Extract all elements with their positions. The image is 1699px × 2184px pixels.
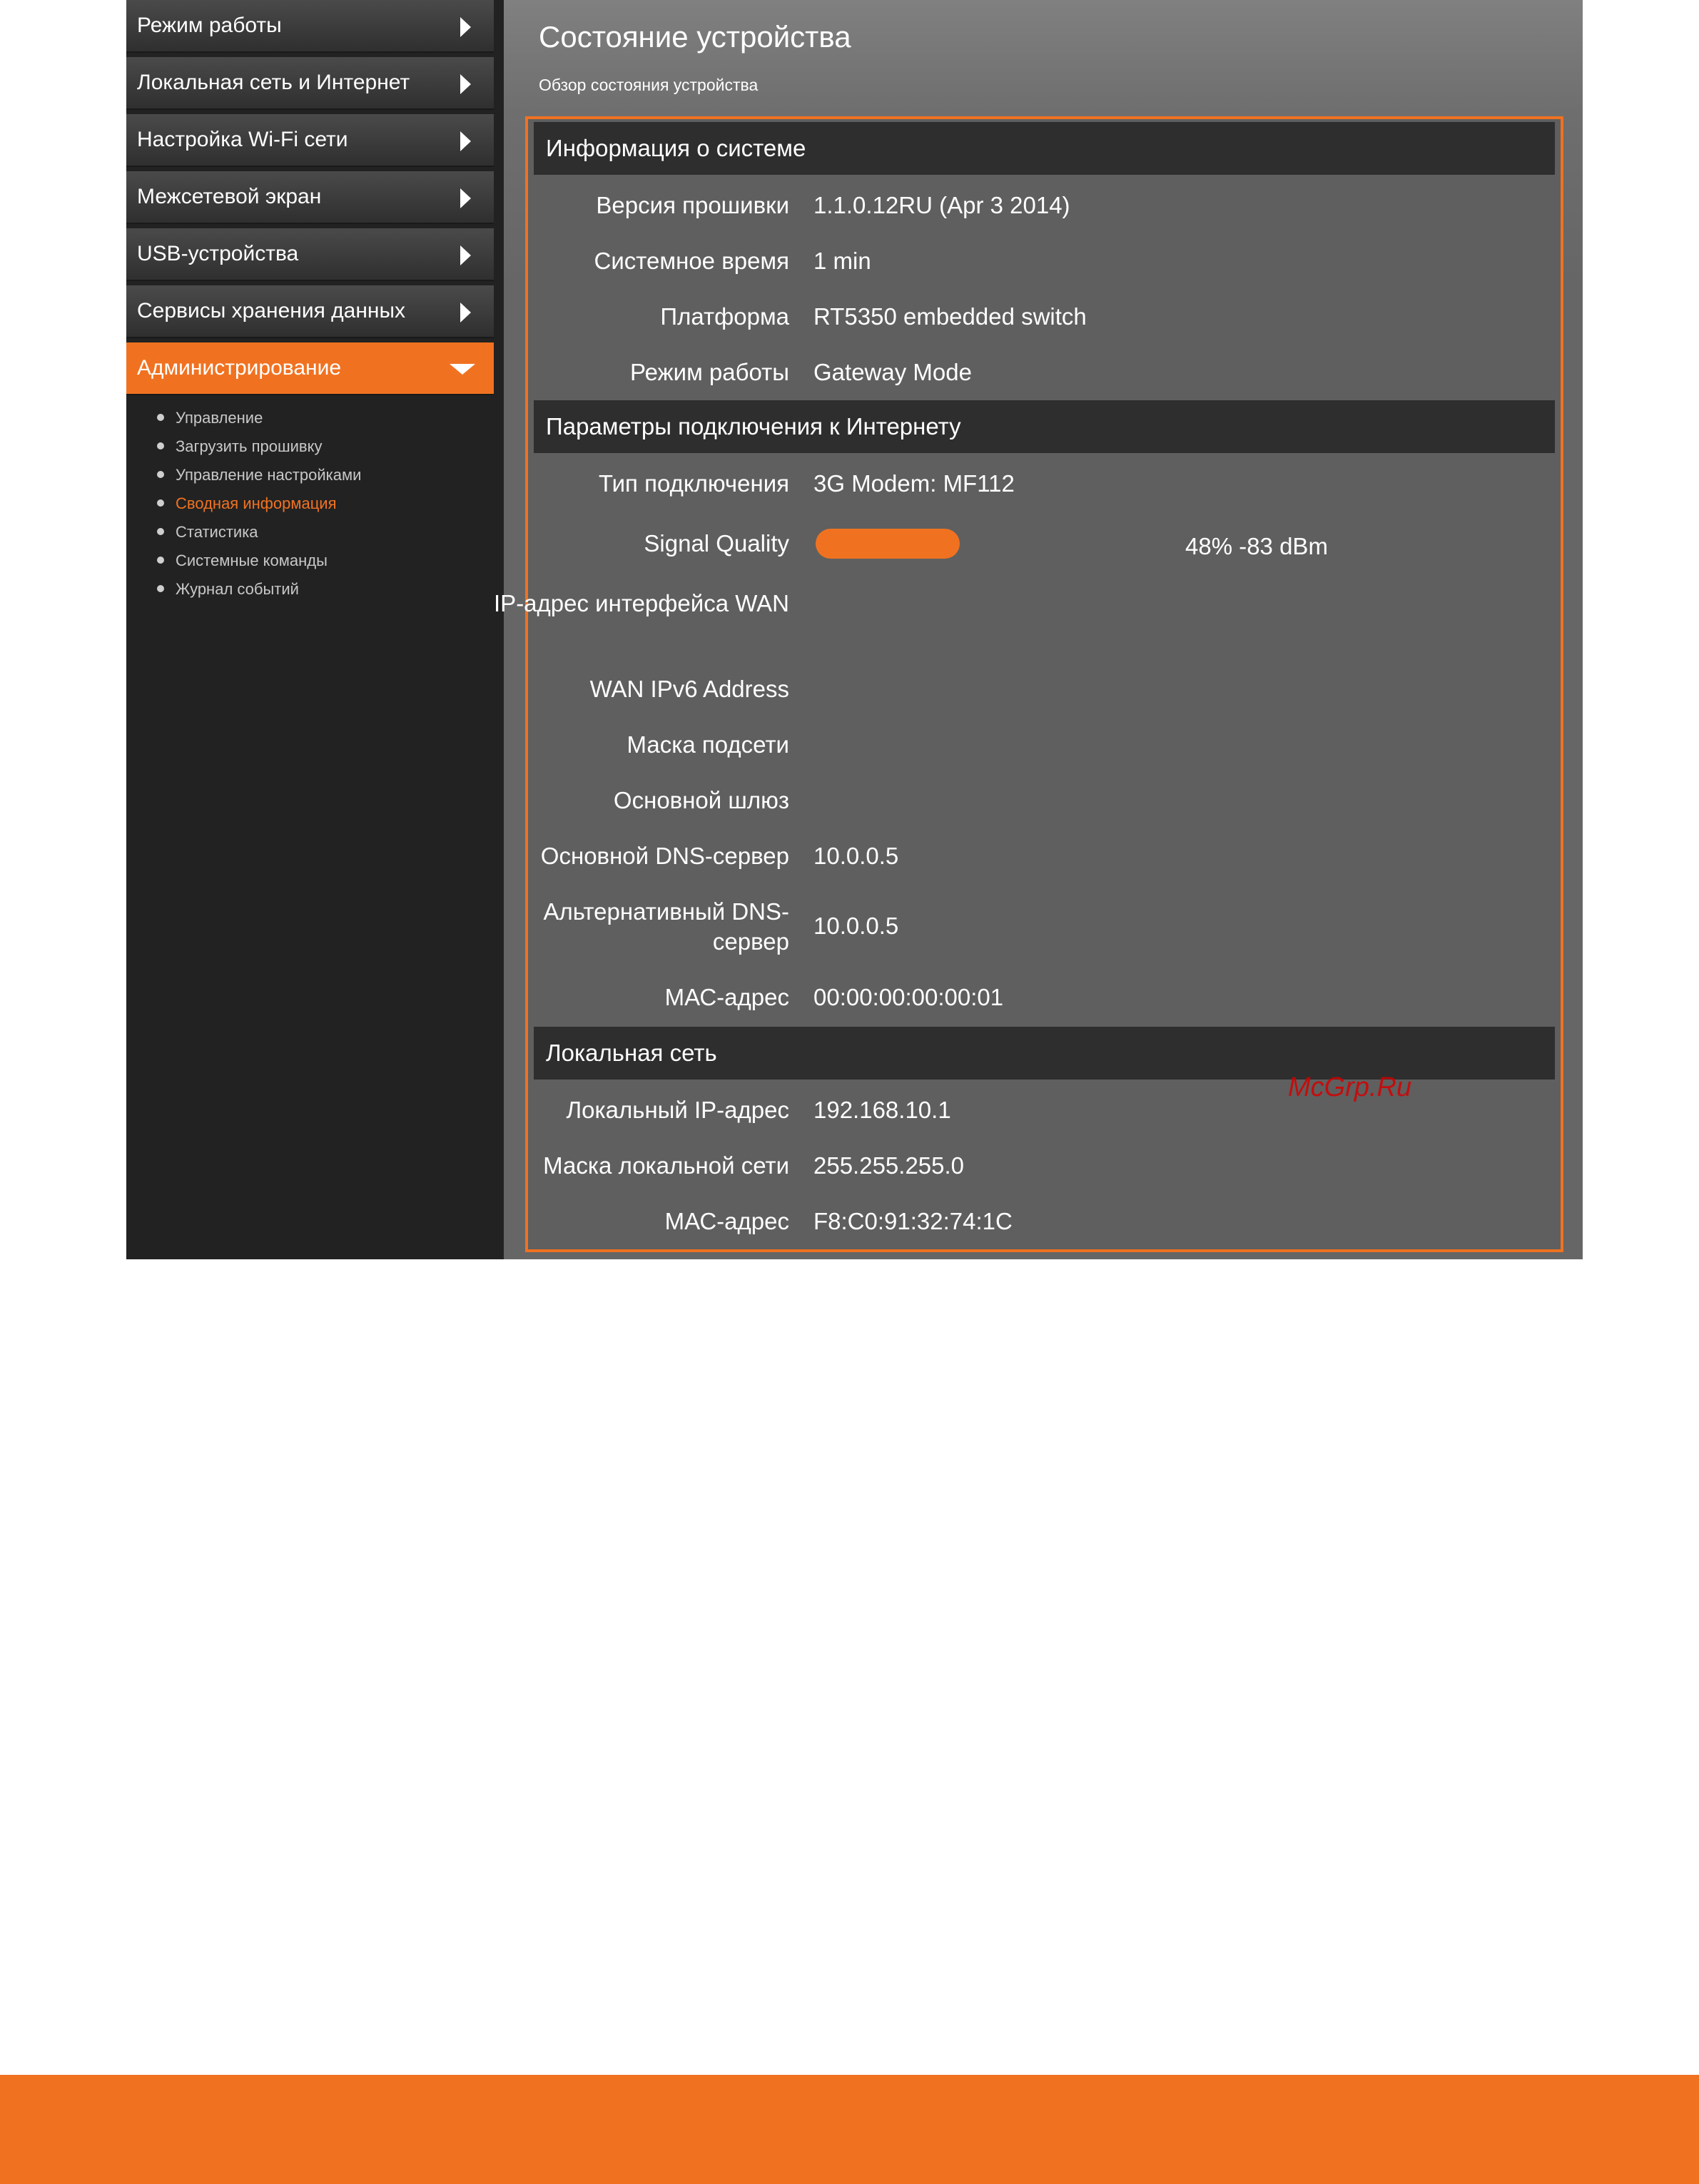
footer-bar <box>0 2075 1699 2184</box>
signal-quality-bar <box>816 529 960 559</box>
row-value: F8:C0:91:32:74:1C <box>813 1208 1013 1234</box>
nav-item-lan-internet[interactable]: Локальная сеть и Интернет <box>126 57 494 110</box>
row-value: 1 min <box>813 248 871 274</box>
row-label: Маска подсети <box>627 731 789 758</box>
submenu-item-label: Управление <box>176 409 263 427</box>
chevron-right-icon <box>460 74 471 94</box>
page-title: Состояние устройства <box>539 20 851 54</box>
submenu-item-management[interactable]: Управление <box>126 405 483 434</box>
submenu-item-settings-management[interactable]: Управление настройками <box>126 462 483 491</box>
row-label: Платформа <box>660 303 789 330</box>
chevron-right-icon <box>460 303 471 322</box>
signal-quality-value: 48% -83 dBm <box>1185 533 1328 559</box>
section-header-system-info: Информация о системе <box>534 122 1555 175</box>
section-header-internet: Параметры подключения к Интернету <box>534 400 1555 453</box>
row-label: Тип подключения <box>598 470 789 497</box>
row-label: Основной шлюз <box>613 787 789 813</box>
row-label: МАС-адрес <box>664 984 789 1010</box>
bullet-icon <box>157 442 164 450</box>
row-value: Gateway Mode <box>813 359 972 385</box>
row-value: 10.0.0.5 <box>813 843 899 869</box>
nav-item-label: Сервисы хранения данных <box>137 299 406 322</box>
nav-item-label: Настройка Wi-Fi сети <box>137 128 348 151</box>
row-value: 255.255.255.0 <box>813 1152 965 1179</box>
row-label: Версия прошивки <box>596 192 789 218</box>
row-value: 10.0.0.5 <box>813 913 899 939</box>
bullet-icon <box>157 414 164 421</box>
page-subtitle: Обзор состояния устройства <box>539 76 759 94</box>
submenu-item-summary[interactable]: Сводная информация <box>126 491 483 519</box>
nav-item-label: Межсетевой экран <box>137 185 322 208</box>
nav-item-label: Локальная сеть и Интернет <box>137 71 410 94</box>
row-label: IP-адрес интерфейса WAN <box>494 590 789 616</box>
row-label: WAN IPv6 Address <box>589 676 789 702</box>
chevron-right-icon <box>460 188 471 208</box>
row-label: Основной DNS-сервер <box>540 843 789 869</box>
row-value: 3G Modem: MF112 <box>813 470 1015 497</box>
submenu-item-label: Журнал событий <box>176 580 299 598</box>
submenu-item-statistics[interactable]: Статистика <box>126 519 483 548</box>
row-label: Маска локальной сети <box>543 1152 789 1179</box>
submenu-item-label: Загрузить прошивку <box>176 437 323 455</box>
submenu-item-label: Статистика <box>176 523 258 541</box>
watermark: McGrp.Ru <box>1288 1072 1412 1102</box>
bullet-icon <box>157 471 164 478</box>
row-value: 00:00:00:00:00:01 <box>813 984 1004 1010</box>
row-value: 192.168.10.1 <box>813 1097 951 1123</box>
bullet-icon <box>157 585 164 592</box>
chevron-right-icon <box>460 17 471 37</box>
nav-item-wifi[interactable]: Настройка Wi-Fi сети <box>126 114 494 167</box>
row-label: Системное время <box>594 248 789 274</box>
submenu-item-system-commands[interactable]: Системные команды <box>126 548 483 577</box>
nav-item-administration[interactable]: Администрирование <box>126 342 494 395</box>
nav-item-label: USB-устройства <box>137 242 299 265</box>
bullet-icon <box>157 528 164 535</box>
nav-item-firewall[interactable]: Межсетевой экран <box>126 171 494 224</box>
nav-item-usb[interactable]: USB-устройства <box>126 228 494 281</box>
nav-item-storage[interactable]: Сервисы хранения данных <box>126 285 494 338</box>
row-label: Signal Quality <box>644 530 789 557</box>
row-value: RT5350 embedded switch <box>813 303 1087 330</box>
row-label: Локальный IP-адрес <box>566 1097 789 1123</box>
chevron-right-icon <box>460 131 471 151</box>
row-label: Альтернативный DNS-сервер <box>543 898 789 955</box>
nav-item-mode[interactable]: Режим работы <box>126 0 494 53</box>
bullet-icon <box>157 557 164 564</box>
row-value: 1.1.0.12RU (Apr 3 2014) <box>813 192 1070 218</box>
submenu-item-event-log[interactable]: Журнал событий <box>126 577 483 605</box>
submenu-item-firmware-upload[interactable]: Загрузить прошивку <box>126 434 483 462</box>
chevron-right-icon <box>460 245 471 265</box>
section-header-lan: Локальная сеть <box>534 1027 1555 1080</box>
row-label: Режим работы <box>630 359 789 385</box>
bullet-icon <box>157 499 164 507</box>
main-content: Состояние устройства Обзор состояния уст… <box>494 0 1583 1259</box>
nav-item-label: Режим работы <box>137 14 282 37</box>
submenu-item-label: Системные команды <box>176 552 328 569</box>
nav-item-label: Администрирование <box>137 356 342 380</box>
chevron-down-icon <box>450 364 475 375</box>
sidebar: Режим работы Локальная сеть и Интернет Н… <box>126 0 504 1259</box>
row-label: МАС-адрес <box>664 1208 789 1234</box>
submenu-item-label: Управление настройками <box>176 466 362 484</box>
submenu-item-label: Сводная информация <box>176 494 337 512</box>
